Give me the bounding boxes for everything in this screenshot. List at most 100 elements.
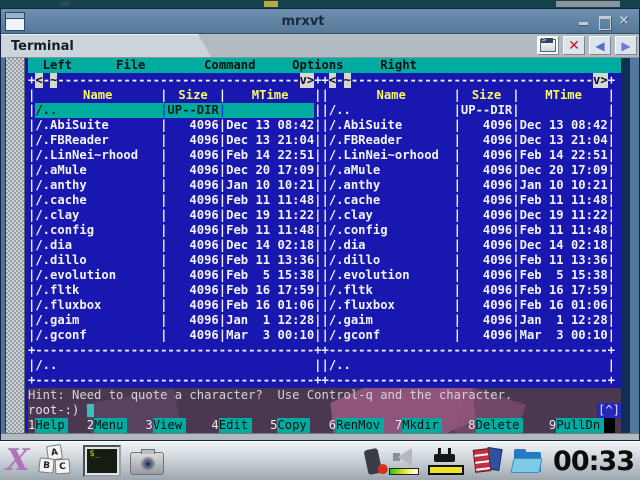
column-header-size[interactable]: Size xyxy=(167,88,218,103)
power-tray-icon[interactable] xyxy=(428,448,464,475)
menu-item-command[interactable]: Command xyxy=(204,58,255,73)
file-row[interactable]: |/.anthy|4096|Jan 10 10:21| xyxy=(321,178,614,193)
scroll-down-mark[interactable]: v> xyxy=(300,73,315,88)
menu-item-right[interactable]: Right xyxy=(380,58,417,73)
scroll-down-mark[interactable]: v> xyxy=(593,73,608,88)
file-row[interactable]: |/.clay|4096|Dec 19 11:22| xyxy=(28,208,321,223)
file-row[interactable]: |/.evolution|4096|Feb 5 15:38| xyxy=(321,268,614,283)
fkey-edit[interactable]: 4Edit xyxy=(211,418,270,433)
close-tab-button[interactable]: ✕ xyxy=(563,36,585,55)
file-size: 4096 xyxy=(461,208,512,223)
menu-item-left[interactable]: Left xyxy=(43,58,72,73)
home-path-mark[interactable]: ~ xyxy=(344,73,351,88)
file-row[interactable]: |/.fluxbox|4096|Feb 16 01:06| xyxy=(28,298,321,313)
scroll-left-mark[interactable]: < xyxy=(35,73,42,88)
file-row[interactable]: |/..|UP--DIR|| xyxy=(28,103,321,118)
column-header-mtime[interactable]: MTime xyxy=(520,88,608,103)
history-indicator[interactable]: [^] xyxy=(597,403,621,418)
column-header-mtime[interactable]: MTime xyxy=(226,88,314,103)
file-row[interactable]: |/.gaim|4096|Jan 1 12:28| xyxy=(28,313,321,328)
file-row[interactable]: |/.gconf|4096|Mar 3 00:10| xyxy=(28,328,321,343)
file-row[interactable]: |/.dia|4096|Dec 14 02:18| xyxy=(321,238,614,253)
frame-line: | xyxy=(608,283,615,298)
file-mtime: Dec 19 11:22 xyxy=(226,208,314,223)
home-path-mark[interactable]: ~ xyxy=(50,73,57,88)
file-row[interactable]: |/.clay|4096|Dec 19 11:22| xyxy=(321,208,614,223)
menu-item-file[interactable]: File xyxy=(116,58,145,73)
file-row[interactable]: |/.config|4096|Feb 11 11:48| xyxy=(321,223,614,238)
frame-line: | xyxy=(219,133,226,148)
fkey-mkdir[interactable]: 7Mkdir xyxy=(395,418,468,433)
file-row[interactable]: |/.fltk|4096|Feb 16 17:59| xyxy=(321,283,614,298)
file-row[interactable]: |/.FBReader|4096|Dec 13 21:04| xyxy=(28,133,321,148)
menu-item-options[interactable]: Options xyxy=(292,58,343,73)
fkey-delete[interactable]: 8Delete xyxy=(468,418,549,433)
fkey-menu[interactable]: 2Menu xyxy=(87,418,146,433)
frame-line: | xyxy=(321,313,328,328)
frame-line: | xyxy=(512,208,519,223)
frame-line: | xyxy=(28,313,35,328)
file-row[interactable]: |/.dillo|4096|Feb 11 13:36| xyxy=(28,253,321,268)
file-row[interactable]: |/.aMule|4096|Dec 20 17:09| xyxy=(28,163,321,178)
fkey-label: Menu xyxy=(94,418,127,433)
fkey-renmov[interactable]: 6RenMov xyxy=(329,418,395,433)
x11-icon[interactable]: X xyxy=(6,446,29,476)
column-header-name[interactable]: Name xyxy=(35,88,160,103)
file-row[interactable]: |/.cache|4096|Feb 11 11:48| xyxy=(321,193,614,208)
next-tab-button[interactable]: ▶ xyxy=(615,36,637,55)
file-row[interactable]: |/.dillo|4096|Feb 11 13:36| xyxy=(321,253,614,268)
new-terminal-button[interactable] xyxy=(537,36,559,55)
frame-line: | xyxy=(321,103,328,118)
file-name: /.gconf xyxy=(329,328,454,343)
window-menu-icon[interactable] xyxy=(5,12,25,31)
frame-line: | xyxy=(454,133,461,148)
file-row[interactable]: |/.fltk|4096|Feb 16 17:59| xyxy=(28,283,321,298)
prev-tab-button[interactable]: ◀ xyxy=(589,36,611,55)
file-row[interactable]: |/.aMule|4096|Dec 20 17:09| xyxy=(321,163,614,178)
file-manager-tray-icon[interactable] xyxy=(512,449,544,474)
minimize-button[interactable] xyxy=(577,15,591,27)
frame-line: | xyxy=(512,178,519,193)
file-row[interactable]: |/.dia|4096|Dec 14 02:18| xyxy=(28,238,321,253)
fkey-copy[interactable]: 5Copy xyxy=(270,418,329,433)
frame-line: | xyxy=(608,88,615,103)
column-header-name[interactable]: Name xyxy=(329,88,454,103)
titlebar[interactable]: mrxvt × xyxy=(1,9,639,34)
file-row[interactable]: |/..|UP--DIR|| xyxy=(321,103,614,118)
file-row[interactable]: |/.gconf|4096|Mar 3 00:10| xyxy=(321,328,614,343)
window-bottom-edge xyxy=(1,433,639,440)
column-header-size[interactable]: Size xyxy=(461,88,512,103)
volume-tray-icon[interactable] xyxy=(389,447,419,475)
terminal-launcher-icon[interactable]: $_ xyxy=(83,445,121,477)
fkey-number: 1 xyxy=(28,418,35,433)
close-button[interactable]: × xyxy=(617,15,631,27)
scroll-left-mark[interactable]: < xyxy=(329,73,336,88)
file-row[interactable]: |/.config|4096|Feb 11 11:48| xyxy=(28,223,321,238)
memory-card-tray-icon[interactable] xyxy=(473,446,503,476)
maximize-button[interactable] xyxy=(597,15,611,27)
fkey-view[interactable]: 3View xyxy=(145,418,211,433)
file-row[interactable]: |/.cache|4096|Feb 11 11:48| xyxy=(28,193,321,208)
frame-line: | xyxy=(28,358,35,373)
shell-prompt-line[interactable]: root-:) [^] xyxy=(28,403,621,418)
file-row[interactable]: |/.evolution|4096|Feb 5 15:38| xyxy=(28,268,321,283)
file-row[interactable]: |/.AbiSuite|4096|Dec 13 08:42| xyxy=(28,118,321,133)
input-method-icon[interactable]: A B C xyxy=(38,445,74,477)
file-row[interactable]: |/.anthy|4096|Jan 10 10:21| xyxy=(28,178,321,193)
tab-terminal[interactable]: Terminal xyxy=(1,34,211,57)
fkey-help[interactable]: 1Help xyxy=(28,418,87,433)
file-row[interactable]: |/.LinNei~rhood|4096|Feb 14 22:51| xyxy=(28,148,321,163)
terminal-scrollbar[interactable] xyxy=(6,58,25,433)
fkey-pulldn[interactable]: 9PullDn xyxy=(549,418,604,433)
file-row[interactable]: |/.LinNei~orhood|4096|Feb 14 22:51| xyxy=(321,148,614,163)
file-row[interactable]: |/.fluxbox|4096|Feb 16 01:06| xyxy=(321,298,614,313)
file-name: /.gconf xyxy=(35,328,160,343)
camera-icon[interactable] xyxy=(130,452,164,475)
mini-status-path: /.. xyxy=(329,358,608,373)
file-row[interactable]: |/.AbiSuite|4096|Dec 13 08:42| xyxy=(321,118,614,133)
frame-line: +--------------------------------------+ xyxy=(321,343,615,358)
file-row[interactable]: |/.gaim|4096|Jan 1 12:28| xyxy=(321,313,614,328)
frame-line: | xyxy=(608,253,615,268)
phone-tray-icon[interactable] xyxy=(364,447,383,474)
file-row[interactable]: |/.FBReader|4096|Dec 13 21:04| xyxy=(321,133,614,148)
